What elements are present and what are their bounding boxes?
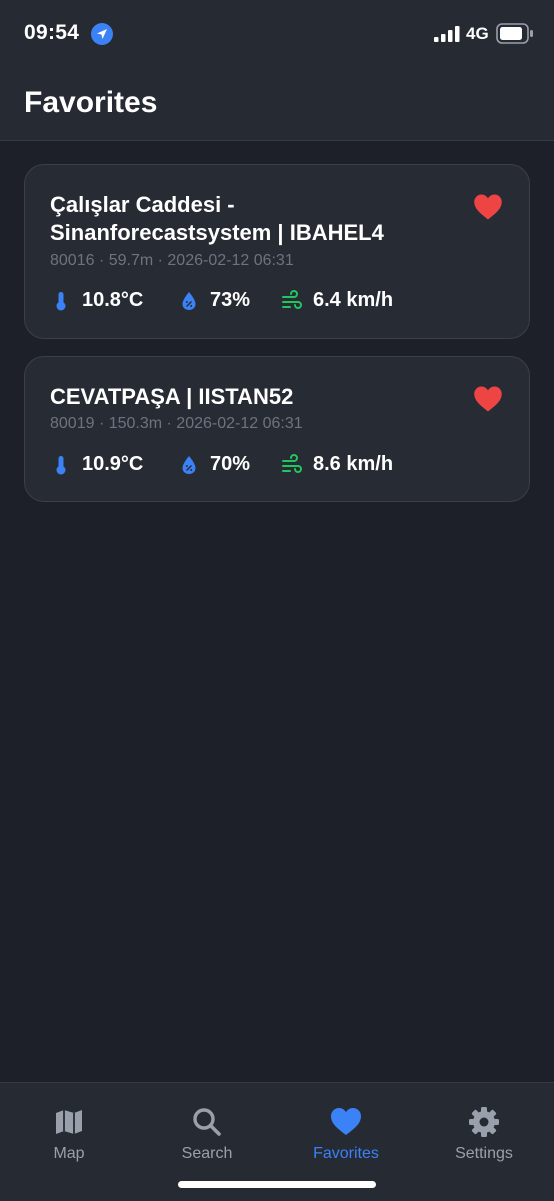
humidity-metric: 70% xyxy=(178,453,250,476)
wind-icon xyxy=(282,289,302,309)
humidity-value: 73% xyxy=(210,289,251,311)
temperature-value: 10.8°C xyxy=(82,289,144,311)
gear-icon xyxy=(469,1107,499,1137)
location-arrow-icon xyxy=(91,23,113,45)
wind-value: 8.6 km/h xyxy=(313,453,394,475)
heart-icon[interactable] xyxy=(473,385,503,413)
tab-label: Favorites xyxy=(313,1145,379,1162)
wind-metric: 6.4 km/h xyxy=(281,289,393,312)
page-header: Favorites xyxy=(0,70,554,141)
humidity-drop-icon xyxy=(182,291,196,310)
station-meta: 80019 · 150.3m · 2026-02-12 06:31 xyxy=(50,415,303,432)
tab-label: Settings xyxy=(455,1145,513,1162)
map-icon xyxy=(56,1110,82,1134)
tab-label: Map xyxy=(53,1145,85,1162)
network-label: 4G xyxy=(466,24,489,43)
home-indicator[interactable] xyxy=(178,1181,376,1188)
station-meta: 80016 · 59.7m · 2026-02-12 06:31 xyxy=(50,252,294,269)
thermometer-icon xyxy=(56,291,66,310)
thermometer-icon xyxy=(56,455,66,474)
humidity-metric: 73% xyxy=(178,289,250,312)
heart-icon[interactable] xyxy=(473,193,503,221)
tab-label: Search xyxy=(181,1145,233,1162)
search-icon xyxy=(193,1108,221,1136)
favorite-card[interactable]: Çalışlar Caddesi - Sinanforecastsystem |… xyxy=(24,164,530,339)
tab-settings[interactable]: Settings xyxy=(415,1105,553,1163)
tab-search[interactable]: Search xyxy=(138,1105,276,1163)
temperature-metric: 10.8°C xyxy=(50,289,143,312)
temperature-metric: 10.9°C xyxy=(50,453,143,476)
station-name: Çalışlar Caddesi - Sinanforecastsystem |… xyxy=(50,192,384,245)
wind-value: 6.4 km/h xyxy=(313,289,394,311)
favorite-card[interactable]: CEVATPAŞA | IISTAN52 80019 · 150.3m · 20… xyxy=(24,356,530,502)
humidity-value: 70% xyxy=(210,453,251,475)
tab-map[interactable]: Map xyxy=(0,1105,138,1163)
station-name: CEVATPAŞA | IISTAN52 xyxy=(50,384,294,409)
heart-icon xyxy=(331,1108,361,1135)
status-time: 09:54 xyxy=(24,21,80,44)
wind-icon xyxy=(282,453,302,473)
signal-icon xyxy=(434,26,460,42)
page-title: Favorites xyxy=(24,86,158,119)
battery-icon xyxy=(496,23,533,44)
humidity-drop-icon xyxy=(182,455,196,474)
temperature-value: 10.9°C xyxy=(82,453,144,475)
wind-metric: 8.6 km/h xyxy=(281,453,393,476)
tab-favorites[interactable]: Favorites xyxy=(277,1105,415,1163)
status-bar: 09:54 4G xyxy=(0,0,554,70)
